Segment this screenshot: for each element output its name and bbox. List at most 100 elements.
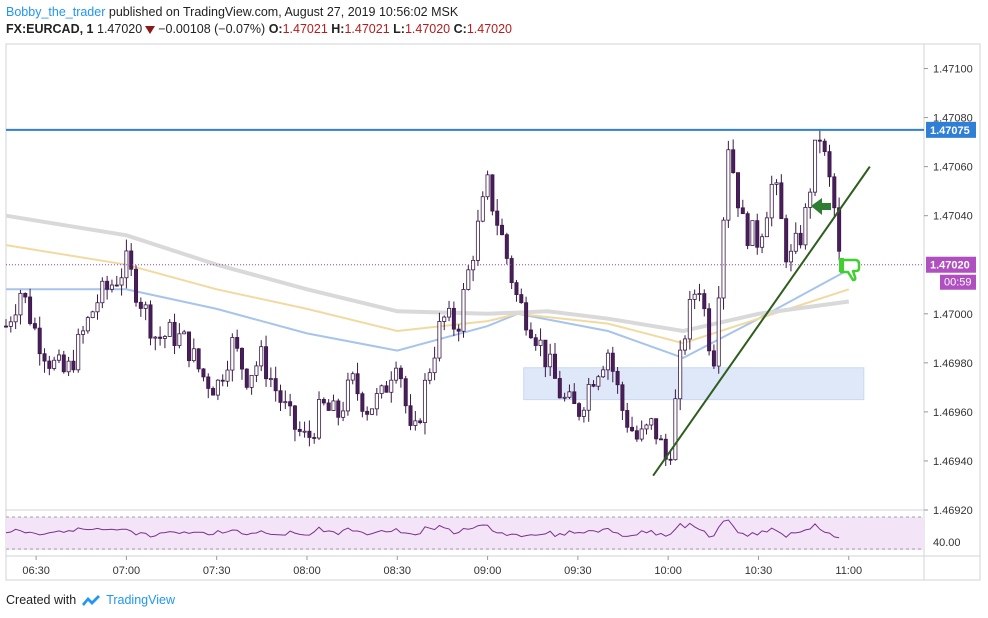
price-tick-label: 1.46920	[933, 505, 973, 517]
candle-body	[239, 347, 244, 370]
candle-body	[288, 401, 293, 407]
price-tick-label: 1.47060	[933, 162, 973, 174]
candle-body	[683, 338, 688, 351]
price-tick-label: 1.46940	[933, 456, 973, 468]
candle-body	[514, 282, 519, 295]
candle-body	[533, 337, 538, 346]
trendline[interactable]	[652, 166, 871, 477]
candle-body	[586, 384, 591, 411]
candle-body	[28, 296, 33, 324]
candle-body	[336, 400, 341, 418]
candle-body	[365, 410, 370, 415]
candle-body	[822, 140, 827, 153]
rsi-pane: 40.00	[5, 516, 961, 550]
candle-body	[105, 280, 110, 290]
candle-body	[331, 400, 336, 411]
candle-body	[220, 379, 225, 382]
candle-body	[538, 339, 543, 346]
candle-body	[148, 304, 153, 339]
candle-body	[191, 348, 196, 362]
candle-body	[442, 316, 447, 322]
candle-body	[817, 139, 822, 142]
candle-body	[52, 359, 57, 369]
candle-body	[837, 207, 842, 252]
candle-body	[211, 388, 216, 396]
candle-body	[408, 405, 413, 426]
candle-body	[341, 410, 346, 418]
candle-body	[360, 393, 365, 412]
candle-body	[461, 289, 466, 332]
candle-body	[562, 396, 567, 399]
candle-body	[71, 360, 76, 371]
horizontal-line[interactable]: 1.47075	[6, 121, 976, 138]
candle-body	[456, 328, 461, 332]
candle-body	[735, 172, 740, 209]
candle-body	[100, 280, 105, 304]
candle-body	[601, 369, 606, 378]
candle-body	[403, 378, 408, 407]
time-tick-label: 07:30	[203, 565, 231, 577]
candle-body	[509, 258, 514, 284]
candle-body	[225, 369, 230, 382]
candle-body	[504, 234, 509, 259]
candle-body	[42, 353, 47, 362]
candle-body	[437, 321, 442, 359]
time-tick-label: 08:00	[293, 565, 321, 577]
price-chart[interactable]: 1.47075 1.47020 00:59 1.47100 1.47080 1.470…	[0, 0, 988, 618]
candle-body	[798, 232, 803, 246]
candle-body	[480, 196, 485, 222]
candle-body	[273, 378, 278, 392]
candle-body	[707, 308, 712, 352]
candle-body	[167, 321, 172, 337]
tradingview-brand[interactable]: TradingView	[106, 593, 175, 607]
candle-body	[268, 378, 273, 380]
candle-body	[519, 294, 524, 304]
tradingview-logo-icon	[82, 595, 101, 606]
candle-body	[345, 379, 350, 412]
candle-body	[264, 346, 269, 380]
candle-body	[692, 293, 697, 300]
candle-body	[182, 331, 187, 335]
candle-body	[557, 378, 562, 399]
price-tick-label: 1.47000	[933, 309, 973, 321]
price-tick-label: 1.47100	[933, 64, 973, 76]
price-tick-label: 1.47040	[933, 211, 973, 223]
candle-body	[711, 350, 716, 367]
candle-body	[297, 428, 302, 432]
candle-body	[384, 385, 389, 393]
time-tick-label: 10:00	[654, 565, 682, 577]
candle-body	[119, 277, 124, 286]
candle-body	[374, 393, 379, 410]
rsi-level-label: 40.00	[933, 537, 961, 549]
candle-body	[697, 293, 702, 295]
candle-body	[379, 385, 384, 395]
candle-body	[490, 174, 495, 212]
candle-body	[500, 224, 505, 236]
candle-body	[8, 321, 13, 327]
candle-body	[755, 220, 760, 248]
candle-body	[369, 408, 374, 415]
candle-body	[235, 337, 240, 349]
price-tick-label: 1.47080	[933, 113, 973, 125]
candle-body	[109, 284, 114, 290]
candle-body	[832, 176, 837, 209]
candle-body	[591, 384, 596, 387]
candle-body	[18, 292, 23, 316]
candle-body	[4, 325, 9, 328]
candle-body	[721, 219, 726, 299]
candle-body	[302, 430, 307, 433]
time-tick-label: 06:30	[22, 565, 50, 577]
candle-body	[731, 149, 736, 174]
candle-body	[244, 368, 249, 388]
candle-body	[172, 321, 177, 346]
candle-body	[716, 297, 721, 367]
candle-body	[32, 323, 37, 329]
created-with-text: Created with	[6, 593, 77, 607]
price-tick-label: 1.46960	[933, 407, 973, 419]
time-tick-label: 08:30	[384, 565, 412, 577]
candle-body	[769, 183, 774, 219]
candle-body	[153, 336, 158, 339]
arrow-left-icon	[811, 198, 831, 215]
candle-body	[201, 368, 206, 378]
candle-body	[413, 420, 418, 426]
